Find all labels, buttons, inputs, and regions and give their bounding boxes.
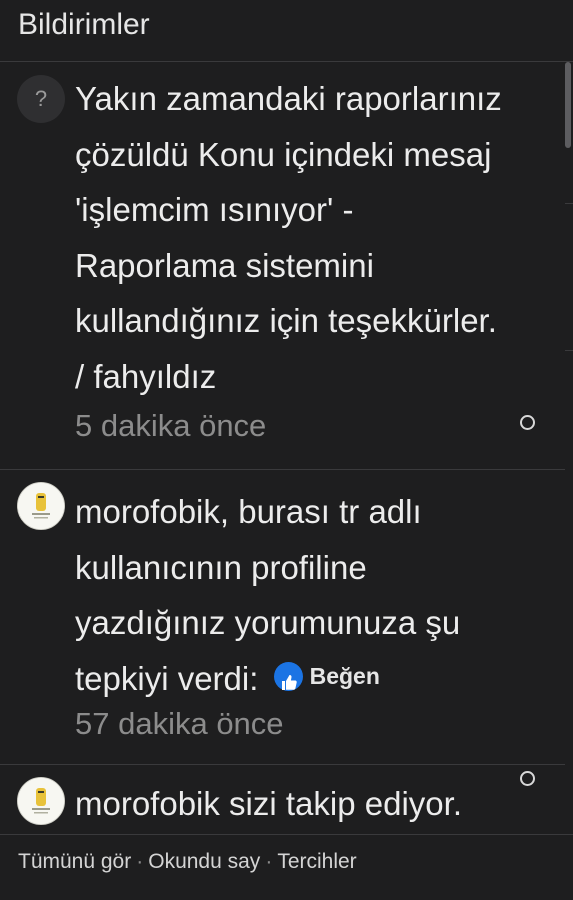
avatar-image xyxy=(18,483,64,529)
user-avatar-icon[interactable] xyxy=(17,777,65,825)
avatar-image xyxy=(18,778,64,824)
divider xyxy=(565,203,573,204)
notification-message[interactable]: morofobik sizi takip ediyor. xyxy=(75,776,515,832)
see-all-link[interactable]: Tümünü gör xyxy=(18,850,131,873)
like-thumb-icon xyxy=(273,662,303,692)
scrollbar-thumb[interactable] xyxy=(565,62,571,148)
reaction-label: Beğen xyxy=(273,649,380,705)
notifications-footer: Tümünü gör · Okundu say · Tercihler xyxy=(0,834,573,900)
notification-message[interactable]: morofobik, burası tr adlı kullanıcının p… xyxy=(75,484,515,709)
notification-item[interactable]: ? Yakın zamandaki raporlarınız çözüldü K… xyxy=(0,62,565,470)
notifications-header: Bildirimler xyxy=(0,0,573,62)
separator: · xyxy=(136,850,144,873)
mark-all-read-link[interactable]: Okundu say xyxy=(148,850,260,873)
notification-item[interactable]: morofobik, burası tr adlı kullanıcının p… xyxy=(0,470,565,786)
scrollbar[interactable] xyxy=(565,62,571,834)
divider xyxy=(565,350,573,351)
mark-read-toggle[interactable] xyxy=(520,415,535,430)
user-avatar-icon[interactable] xyxy=(17,482,65,530)
notification-list[interactable]: ? Yakın zamandaki raporlarınız çözüldü K… xyxy=(0,62,565,834)
notification-message[interactable]: Yakın zamandaki raporlarınız çözüldü Kon… xyxy=(75,71,515,404)
preferences-link[interactable]: Tercihler xyxy=(277,850,356,873)
notification-item[interactable]: morofobik sizi takip ediyor. xyxy=(0,765,565,834)
footer-links: Tümünü gör · Okundu say · Tercihler xyxy=(18,850,357,874)
notification-time: 57 dakika önce xyxy=(75,706,284,741)
separator: · xyxy=(265,850,273,873)
question-avatar-icon: ? xyxy=(17,75,65,123)
notification-time: 5 dakika önce xyxy=(75,408,267,443)
page-title: Bildirimler xyxy=(18,8,150,41)
